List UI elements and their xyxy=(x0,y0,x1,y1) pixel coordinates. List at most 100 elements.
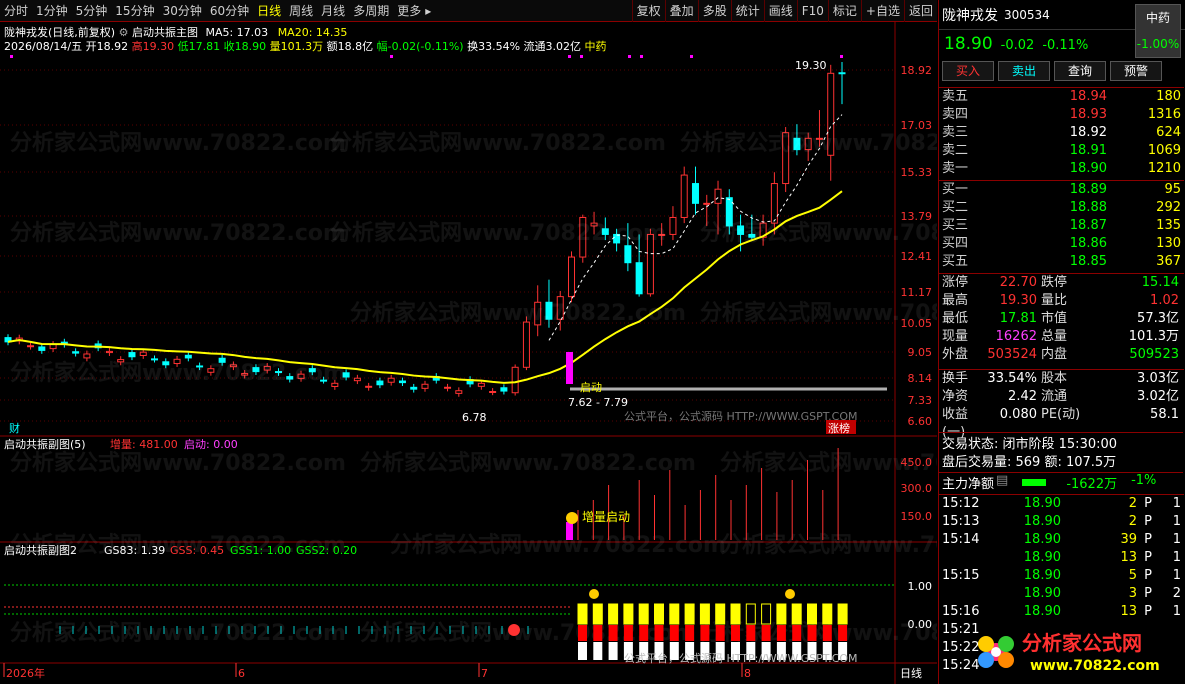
candle-body xyxy=(139,351,147,356)
candle-body xyxy=(511,366,519,394)
sub2-title: 启动共振副图2 xyxy=(4,543,77,557)
badge-icon xyxy=(508,624,520,636)
candle-body xyxy=(421,383,429,389)
trade-status: 交易状态: 闭市阶段 15:30:00 xyxy=(939,432,1183,452)
site-watermark: 分析家公式网www.70822.com xyxy=(360,450,696,476)
tick-row: 15:14 18.90 39 P 1 xyxy=(942,532,1181,547)
logo-text: 分析家公式网 xyxy=(1022,631,1142,655)
kline-chart-area[interactable]: 18.92 17.03 15.33 13.79 12.41 11.17 10.05 9.05 8… xyxy=(0,22,1056,684)
price-tick: 6.60 xyxy=(908,415,933,428)
after-hours: 盘后交易量: 569 额: 107.5万 xyxy=(942,455,1117,470)
site-watermark: 分析家公式网www.70822.com xyxy=(10,360,346,386)
chevron-right-icon[interactable]: ▸ xyxy=(421,0,435,22)
candle-body xyxy=(376,380,384,386)
candle-body xyxy=(703,202,711,205)
site-watermark: 分析家公式网www.70822.com xyxy=(680,130,937,156)
tick-row: 15:13 18.90 2 P 1 xyxy=(942,514,1181,529)
candle-body xyxy=(83,353,91,359)
stat-row: 外盘 503524 内盘 509523 xyxy=(942,347,1179,362)
range-label: 7.62 - 7.79 xyxy=(568,396,628,409)
period-tab-4[interactable]: 30分钟 xyxy=(159,0,206,22)
candle-body xyxy=(522,321,530,368)
price-tick: 8.14 xyxy=(908,372,933,385)
sector-box[interactable]: 中药 -1.00% xyxy=(1135,4,1181,58)
query-button[interactable]: 查询 xyxy=(1054,61,1106,81)
period-tab-7[interactable]: 周线 xyxy=(285,0,317,22)
quote-row: 买三 18.87 135 xyxy=(942,218,1181,233)
tool-button-8[interactable]: 返回 xyxy=(903,0,937,22)
tool-button-7[interactable]: +自选 xyxy=(860,0,904,22)
stats2-table: 换手 33.54% 股本 3.03亿 净资 2.42 流通 3.02亿 收益(一) 0.080 PE… xyxy=(939,369,1184,440)
candle-body xyxy=(624,245,632,264)
sub2-yellow-bar xyxy=(699,603,710,625)
site-watermark: 分析家公式网www.70822.com xyxy=(330,220,666,246)
zhangbang-label: 涨榜 xyxy=(828,421,850,435)
tool-button-0[interactable]: 复权 xyxy=(631,0,665,22)
signal-dot xyxy=(840,55,843,58)
tick-row: 15:15 18.90 5 P 1 xyxy=(942,568,1181,583)
signal-dot xyxy=(568,55,571,58)
quote-row: 买二 18.88 292 xyxy=(942,200,1181,215)
period-tab-0[interactable]: 分时 xyxy=(0,0,32,22)
sub2-red-bar xyxy=(685,625,695,641)
candle-body xyxy=(500,387,508,392)
stats-table: 涨停 22.70 跌停 15.14 最高 19.30 量比 1.02 最低 17.81 市值 57.3… xyxy=(939,273,1184,364)
period-tab-3[interactable]: 15分钟 xyxy=(111,0,158,22)
quote-row: 买四 18.86 130 xyxy=(942,236,1181,251)
site-watermark: 分析家公式网www.70822.com xyxy=(350,300,686,326)
sub1-tick: 450.0 xyxy=(901,456,933,469)
buy-button[interactable]: 买入 xyxy=(942,61,994,81)
money-bag-icon xyxy=(566,512,578,524)
sub2-tick: 1.00 xyxy=(908,580,933,593)
sub2-white-bar xyxy=(593,642,603,660)
signal-dot xyxy=(628,55,631,58)
tool-button-1[interactable]: 叠加 xyxy=(664,0,698,22)
sub2-red-bar xyxy=(776,625,786,641)
tool-button-5[interactable]: F10 xyxy=(796,0,828,22)
period-tab-8[interactable]: 月线 xyxy=(317,0,349,22)
site-watermark: 分析家公式网www.70822.com xyxy=(10,130,346,156)
sub2-red-bar xyxy=(822,625,832,641)
ask-table: 卖五 18.94 180 卖四 18.93 1316 卖三 18.92 624 卖二 18.91 10… xyxy=(939,87,1184,178)
period-tab-1[interactable]: 1分钟 xyxy=(32,0,72,22)
tick-row: 18.90 3 P 2 xyxy=(1023,586,1181,601)
tool-button-6[interactable]: 标记 xyxy=(827,0,861,22)
alert-button[interactable]: 预警 xyxy=(1110,61,1162,81)
site-watermark: 分析家公式网www.70822.com xyxy=(700,220,937,246)
period-tab-2[interactable]: 5分钟 xyxy=(72,0,112,22)
start-label: 启动 xyxy=(580,381,602,394)
sub2-yellow-bar xyxy=(715,603,726,625)
sub1-label: 增量启动 xyxy=(582,510,630,524)
period-tab-5[interactable]: 60分钟 xyxy=(206,0,253,22)
gspt-watermark: 公式平台，公式源码 HTTP://WWW.GSPT.COM xyxy=(624,651,858,665)
period-tab-6[interactable]: 日线 xyxy=(253,0,285,22)
candle-body xyxy=(398,380,406,384)
quote-row: 卖二 18.91 1069 xyxy=(942,143,1181,158)
sub2-yellow-bar xyxy=(822,603,833,625)
logo-url: www.70822.com xyxy=(1030,658,1160,674)
x-tick: 8 xyxy=(744,667,751,680)
sub2-yellow-bar xyxy=(745,603,756,625)
price-tick: 7.33 xyxy=(908,394,933,407)
sub2-yellow-bar xyxy=(669,603,680,625)
quote-row: 卖四 18.93 1316 xyxy=(942,107,1181,122)
sub2-yellow-bar xyxy=(761,603,772,625)
money-bag-icon xyxy=(785,589,795,599)
signal-dot xyxy=(640,55,643,58)
sell-button[interactable]: 卖出 xyxy=(998,61,1050,81)
sub2-white-bar xyxy=(578,642,587,660)
tool-button-4[interactable]: 画线 xyxy=(763,0,797,22)
signal-dot xyxy=(10,55,13,58)
tool-button-2[interactable]: 多股 xyxy=(697,0,731,22)
stat-row: 净资 2.42 流通 3.02亿 xyxy=(942,389,1179,404)
candle-body xyxy=(184,354,192,359)
signal-dot xyxy=(690,55,693,58)
tool-button-3[interactable]: 统计 xyxy=(730,0,764,22)
flower-icon xyxy=(978,636,1014,668)
sub2-yellow-bar xyxy=(730,603,741,625)
main-flow: 主力净额 ▤ -1622万 -1% xyxy=(939,472,1183,492)
price-tick: 11.17 xyxy=(901,286,933,299)
period-tab-9[interactable]: 多周期 xyxy=(349,0,393,22)
sub2-red-bar xyxy=(700,625,710,641)
sub2-red-bar xyxy=(608,625,618,641)
